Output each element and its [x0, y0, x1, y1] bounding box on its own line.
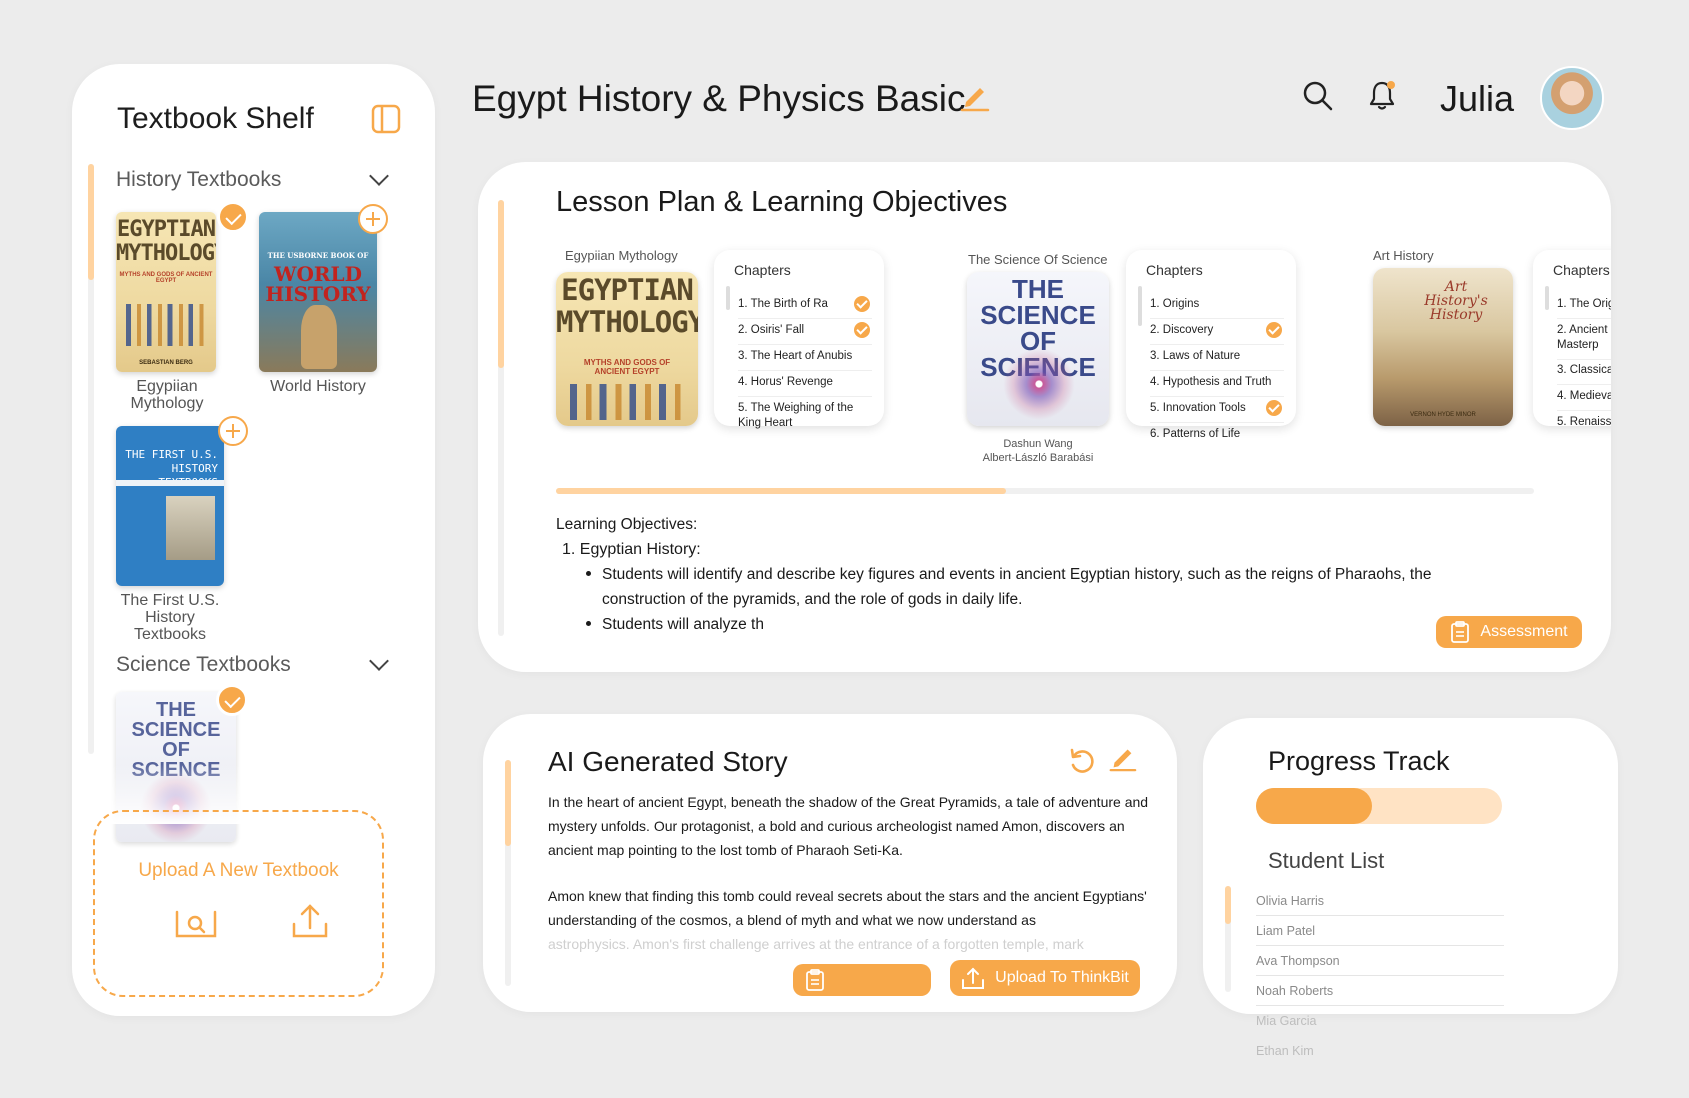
- book-cover-first-us-history[interactable]: THE FIRST U.S. HISTORY TEXTBOOKS: [116, 426, 224, 586]
- upload-icon: [962, 967, 985, 989]
- avatar[interactable]: [1540, 66, 1604, 130]
- chapter-item[interactable]: 6. Patterns of Life: [1150, 427, 1284, 448]
- assessment-button[interactable]: Assessment: [1436, 616, 1582, 648]
- book-cover-world-history[interactable]: THE USBORNE BOOK OF WORLD HISTORY: [259, 212, 377, 372]
- objective-bullet: Students will identify and describe key …: [602, 566, 1432, 608]
- chapter-item[interactable]: 4. Medieva: [1557, 389, 1611, 411]
- chapters-card: Chapters 1. The Birth of Ra 2. Osiris' F…: [714, 250, 884, 429]
- chapter-done-check-icon: [854, 322, 870, 338]
- chapter-item[interactable]: 1. The Orig: [1557, 297, 1611, 319]
- clipboard-icon: [1451, 621, 1470, 643]
- progress-title: Progress Track: [1268, 746, 1450, 776]
- story-title: AI Generated Story: [548, 746, 788, 777]
- chapters-card: Chapters 1. Origins 2. Discovery 3. Laws…: [1126, 250, 1296, 440]
- chapter-item[interactable]: 1. Origins: [1150, 297, 1284, 319]
- chapter-done-check-icon: [1266, 400, 1282, 416]
- student-list-item[interactable]: Noah Roberts: [1256, 984, 1504, 1006]
- bullet-dot: [586, 621, 591, 626]
- chapter-item[interactable]: 4. Hypothesis and Truth: [1150, 375, 1284, 397]
- add-plus-icon[interactable]: [358, 204, 388, 234]
- chapters-card: Chapters 1. The Orig 2. Ancient Masterp …: [1533, 250, 1611, 428]
- chapter-item[interactable]: 3. Classica: [1557, 363, 1611, 385]
- chapter-done-check-icon: [1266, 322, 1282, 338]
- student-list-item[interactable]: Ava Thompson: [1256, 954, 1504, 976]
- regenerate-icon[interactable]: [1067, 746, 1097, 776]
- chevron-down-icon[interactable]: [369, 166, 389, 186]
- lesson-title: Lesson Plan & Learning Objectives: [556, 186, 1008, 218]
- page-title: Egypt History & Physics Basic: [472, 78, 966, 119]
- story-paragraph-faded: astrophysics. Amon's first challenge arr…: [548, 936, 1084, 952]
- chapter-item[interactable]: 5. Innovation Tools: [1150, 401, 1284, 423]
- chapter-done-check-icon: [854, 296, 870, 312]
- lesson-book-cover-art-history[interactable]: Art History's History VERNON HYDE MINOR: [1373, 268, 1513, 426]
- book-caption: Egypiian Mythology: [130, 378, 204, 412]
- chevron-down-icon[interactable]: [369, 651, 389, 671]
- story-paragraph: In the heart of ancient Egypt, beneath t…: [548, 794, 1149, 858]
- ai-story-card: AI Generated Story In the heart of ancie…: [483, 714, 1177, 1012]
- upload-dropzone[interactable]: Upload A New Textbook: [93, 810, 384, 997]
- objective-item: 1. Egyptian History:: [562, 541, 701, 558]
- sidebar-scrollbar[interactable]: [88, 164, 94, 754]
- book-cover-egyptian-mythology[interactable]: EGYPTIAN MYTHOLOGY MYTHS AND GODS OF ANC…: [116, 212, 216, 372]
- section-history-textbooks[interactable]: History Textbooks: [116, 168, 281, 192]
- lesson-book-label: The Science Of Science: [968, 252, 1108, 267]
- student-list-title: Student List: [1268, 848, 1385, 873]
- added-check-icon[interactable]: [217, 201, 249, 233]
- objectives-heading: Learning Objectives:: [556, 516, 698, 533]
- scan-search-icon[interactable]: [175, 908, 217, 940]
- notification-bell-icon[interactable]: [1366, 78, 1398, 112]
- story-scrollbar[interactable]: [505, 760, 511, 986]
- lesson-book-label: Egypiian Mythology: [565, 248, 678, 263]
- chapter-item[interactable]: 2. Ancient Masterp: [1557, 323, 1611, 360]
- user-name: Julia: [1440, 78, 1515, 119]
- chapter-item[interactable]: 5. The Weighing of the King Heart: [738, 401, 858, 437]
- student-list-item[interactable]: Ethan Kim: [1256, 1044, 1504, 1065]
- lesson-book-label: Art History: [1373, 248, 1434, 263]
- added-check-icon[interactable]: [216, 684, 248, 716]
- chapter-item[interactable]: 4. Horus' Revenge: [738, 375, 872, 397]
- edit-pencil-icon[interactable]: [1107, 742, 1137, 772]
- upload-to-thinkbit-button[interactable]: Upload To ThinkBit: [950, 960, 1140, 996]
- progress-bar-fill: [1256, 788, 1372, 824]
- student-list-item[interactable]: Olivia Harris: [1256, 894, 1504, 916]
- progress-track-card: Progress Track Student List Olivia Harri…: [1203, 718, 1618, 1058]
- student-list-scrollbar[interactable]: [1225, 886, 1231, 992]
- chapter-item[interactable]: 2. Osiris' Fall: [738, 323, 872, 345]
- progress-bar: [1256, 788, 1502, 824]
- lesson-scrollbar[interactable]: [498, 200, 504, 636]
- upload-icon[interactable]: [291, 902, 329, 940]
- student-list-item[interactable]: Liam Patel: [1256, 924, 1504, 946]
- search-icon[interactable]: [1302, 80, 1334, 112]
- objective-bullet: Students will analyze th: [602, 616, 764, 633]
- book-caption: The First U.S. History Textbooks: [120, 592, 220, 643]
- book-caption: World History: [270, 378, 366, 395]
- story-assessment-button[interactable]: [793, 964, 931, 996]
- chapter-item[interactable]: 3. Laws of Nature: [1150, 349, 1284, 371]
- book-author: Dashun Wang: [1003, 438, 1073, 450]
- bullet-dot: [586, 571, 591, 576]
- story-paragraph: Amon knew that finding this tomb could r…: [548, 888, 1147, 928]
- lesson-book-cover-science-of-science[interactable]: THE SCIENCE OF SCIENCE Dashun Wang: [967, 272, 1109, 426]
- sidebar-toggle-icon[interactable]: [371, 104, 401, 134]
- lesson-plan-card: Lesson Plan & Learning Objectives Egypii…: [478, 162, 1611, 672]
- chapter-item[interactable]: 2. Discovery: [1150, 323, 1284, 345]
- upload-to-thinkbit-label: Upload To ThinkBit: [995, 969, 1129, 986]
- upload-label: Upload A New Textbook: [138, 860, 339, 881]
- book-carousel-scrollbar[interactable]: [556, 488, 1534, 494]
- section-science-textbooks[interactable]: Science Textbooks: [116, 653, 291, 677]
- lesson-book-cover-egyptian-mythology[interactable]: EGYPTIAN MYTHOLOGY MYTHS AND GODS OF ANC…: [556, 272, 698, 426]
- edit-pencil-icon[interactable]: [958, 80, 990, 112]
- book-author: Albert-László Barabási: [982, 452, 1094, 464]
- chapter-item[interactable]: 3. The Heart of Anubis: [738, 349, 872, 371]
- student-list-item[interactable]: Mia Garcia: [1256, 1014, 1504, 1035]
- chapter-item[interactable]: 1. The Birth of Ra: [738, 297, 872, 319]
- assessment-label: Assessment: [1480, 623, 1568, 640]
- clipboard-icon: [806, 969, 824, 991]
- textbook-shelf-panel: Textbook Shelf History Textbooks EGYPTIA…: [72, 64, 435, 1016]
- shelf-title: Textbook Shelf: [117, 102, 314, 135]
- chapter-item[interactable]: 5. Renaissa: [1557, 415, 1611, 436]
- add-plus-icon[interactable]: [218, 416, 248, 446]
